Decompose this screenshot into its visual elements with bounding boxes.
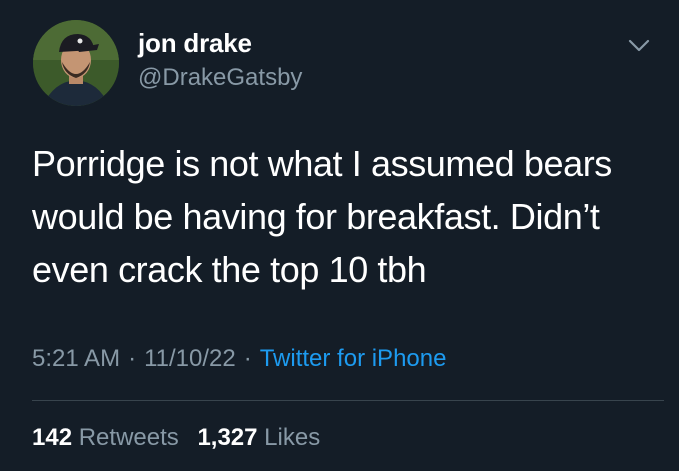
tweet-source-link[interactable]: Twitter for iPhone [260,345,447,372]
likes-label: Likes [264,424,321,451]
chevron-down-icon[interactable] [628,38,650,54]
tweet-stats: 142 Retweets 1,327 Likes [32,426,332,450]
tweet-card: jon drake @DrakeGatsby Porridge is not w… [0,0,679,471]
tweet-meta: 5:21 AM · 11/10/22 · Twitter for iPhone [32,347,446,371]
likes-stat[interactable]: 1,327 Likes [197,424,320,451]
retweets-stat[interactable]: 142 Retweets [32,424,179,451]
avatar[interactable] [33,20,119,106]
meta-separator: · [243,345,252,372]
profile-photo-icon [33,20,119,106]
likes-count: 1,327 [197,424,258,451]
author-name[interactable]: jon drake [138,30,252,56]
tweet-text: Porridge is not what I assumed bears wou… [32,143,612,290]
author-handle[interactable]: @DrakeGatsby [138,66,302,90]
meta-separator: · [128,345,137,372]
divider [32,400,664,401]
retweets-label: Retweets [78,424,179,451]
tweet-time[interactable]: 5:21 AM [32,345,120,372]
tweet-date[interactable]: 11/10/22 [144,345,236,372]
retweets-count: 142 [32,424,73,451]
